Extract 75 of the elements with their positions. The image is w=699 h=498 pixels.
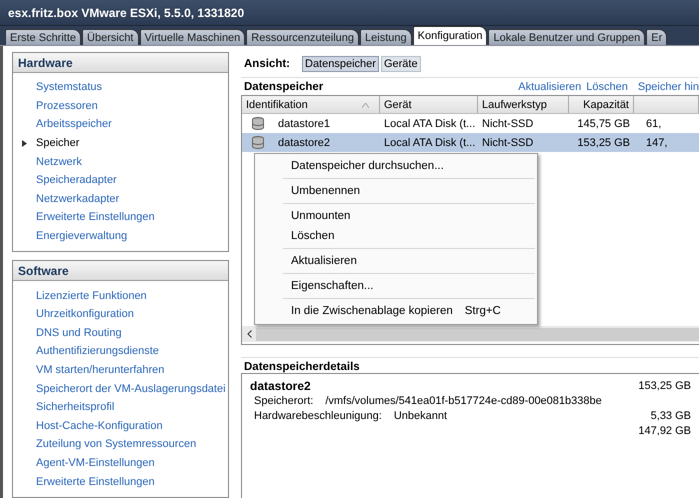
tab[interactable]: Virtuelle Maschinen	[140, 29, 246, 45]
tab[interactable]: Übersicht	[82, 29, 138, 45]
sidebar-link[interactable]: Sicherheitsprofil	[36, 401, 114, 414]
field-value: Unbekannt	[394, 410, 448, 422]
table-cell: 153,25 GB	[577, 136, 630, 148]
sidebar-link[interactable]: Prozessoren	[36, 100, 98, 112]
tab[interactable]: Konfiguration	[412, 26, 488, 45]
table-cell: datastore2	[278, 136, 330, 148]
table-cell: 145,75 GB	[577, 118, 630, 130]
size-value: 5,33 GB	[650, 410, 691, 422]
column-header[interactable]: Laufwerkstyp	[478, 96, 569, 113]
sidebar-link[interactable]: Erweiterte Einstellungen	[36, 476, 155, 488]
sidebar-link[interactable]: Arbeitsspeicher	[36, 118, 112, 130]
sidebar-link[interactable]: Systemstatus	[36, 81, 102, 94]
sidebar-link[interactable]: Agent-VM-Einstellungen	[36, 456, 155, 469]
sidebar-link[interactable]: Speicher	[36, 137, 80, 150]
pointer-icon	[22, 140, 27, 147]
field-value: /vmfs/volumes/541ea01f-b517724e-cd89-00e081b338be	[325, 394, 602, 406]
column-header[interactable]: Kapazität	[569, 96, 634, 113]
view-toggle[interactable]: Geräte	[380, 56, 421, 72]
table-cell: 147,	[646, 136, 668, 148]
section-title: Datenspeicher	[244, 80, 324, 92]
tab[interactable]: Erste Schritte	[5, 29, 82, 45]
table-cell: 61,	[646, 118, 662, 130]
table-cell: Local ATA Disk (t...	[384, 136, 476, 148]
field-label: Speicherort:	[253, 394, 314, 406]
section-title: Software	[18, 264, 69, 278]
tab[interactable]: Lokale Benutzer und Gruppen	[488, 29, 646, 45]
table-cell: Nicht-SSD	[482, 136, 534, 148]
sort-icon	[362, 103, 369, 108]
field-label: Hardwarebeschleunigung:	[253, 410, 382, 422]
datastore-name: datastore2	[250, 378, 311, 392]
database-icon	[252, 117, 264, 130]
menu-item[interactable]: Umbenennen	[283, 181, 535, 201]
menu-item[interactable]: Eigenschaften...	[283, 276, 535, 296]
table-row[interactable]: datastore1 Local ATA Disk (t... Nicht-SSD 145,75 GB 61,	[242, 114, 699, 133]
menu-item[interactable]: Aktualisieren	[283, 251, 535, 271]
table-cell: Local ATA Disk (t...	[384, 118, 476, 130]
table-cell: datastore1	[278, 118, 330, 130]
tab[interactable]: Er	[646, 29, 668, 45]
window-title: esx.fritz.box VMware ESXi, 5.5.0, 1331820	[8, 6, 244, 20]
horizontal-scrollbar[interactable]	[242, 326, 699, 342]
table-row[interactable]: datastore2 Local ATA Disk (t... Nicht-SSD 153,25 GB 147,	[242, 133, 699, 152]
sidebar-link[interactable]: Speicheradapter	[36, 174, 117, 186]
sidebar-link[interactable]: Erweiterte Einstellungen	[36, 211, 155, 224]
sidebar-link[interactable]: Energieverwaltung	[36, 230, 128, 242]
sidebar-link[interactable]: Uhrzeitkonfiguration	[36, 308, 134, 320]
view-label: Ansicht:	[244, 58, 290, 70]
sidebar-link[interactable]: Host-Cache-Konfiguration	[36, 420, 163, 432]
sidebar-link[interactable]: VM starten/herunterfahren	[36, 364, 164, 376]
menu-item[interactable]: Löschen	[283, 226, 535, 246]
free-space-value: 147,92 GB	[638, 424, 691, 436]
menu-item[interactable]: In die Zwischenablage kopieren Strg+C	[283, 301, 535, 321]
sidebar-link[interactable]: Speicherort der VM-Auslagerungsdatei	[36, 382, 226, 395]
sidebar-link[interactable]: Zuteilung von Systemressourcen	[36, 438, 196, 450]
sidebar-link[interactable]: Lizenzierte Funktionen	[36, 290, 147, 302]
tab[interactable]: Leistung	[360, 29, 412, 45]
action-link[interactable]: Löschen	[586, 80, 628, 92]
sidebar-link[interactable]: Netzwerk	[36, 156, 82, 168]
menu-item[interactable]: Datenspeicher durchsuchen...	[283, 156, 535, 176]
column-header[interactable]: Gerät	[380, 96, 478, 113]
tab[interactable]: Ressourcenzuteilung	[246, 29, 360, 45]
capacity-value: 153,25 GB	[638, 380, 691, 392]
section-title: Hardware	[18, 56, 73, 70]
column-header[interactable]: Identifikation	[242, 96, 380, 113]
sidebar-link[interactable]: Netzwerkadapter	[36, 192, 120, 205]
section-title: Datenspeicherdetails	[241, 357, 699, 373]
table-cell: Nicht-SSD	[482, 118, 534, 130]
action-link[interactable]: Speicher hin	[638, 80, 699, 92]
sidebar-link[interactable]: DNS und Routing	[36, 326, 122, 339]
sidebar-link[interactable]: Authentifizierungsdienste	[36, 345, 159, 358]
view-toggle[interactable]: Datenspeicher	[302, 56, 379, 72]
menu-item[interactable]: Unmounten	[283, 206, 535, 226]
database-icon	[252, 136, 264, 149]
action-link[interactable]: Aktualisieren	[518, 80, 582, 92]
